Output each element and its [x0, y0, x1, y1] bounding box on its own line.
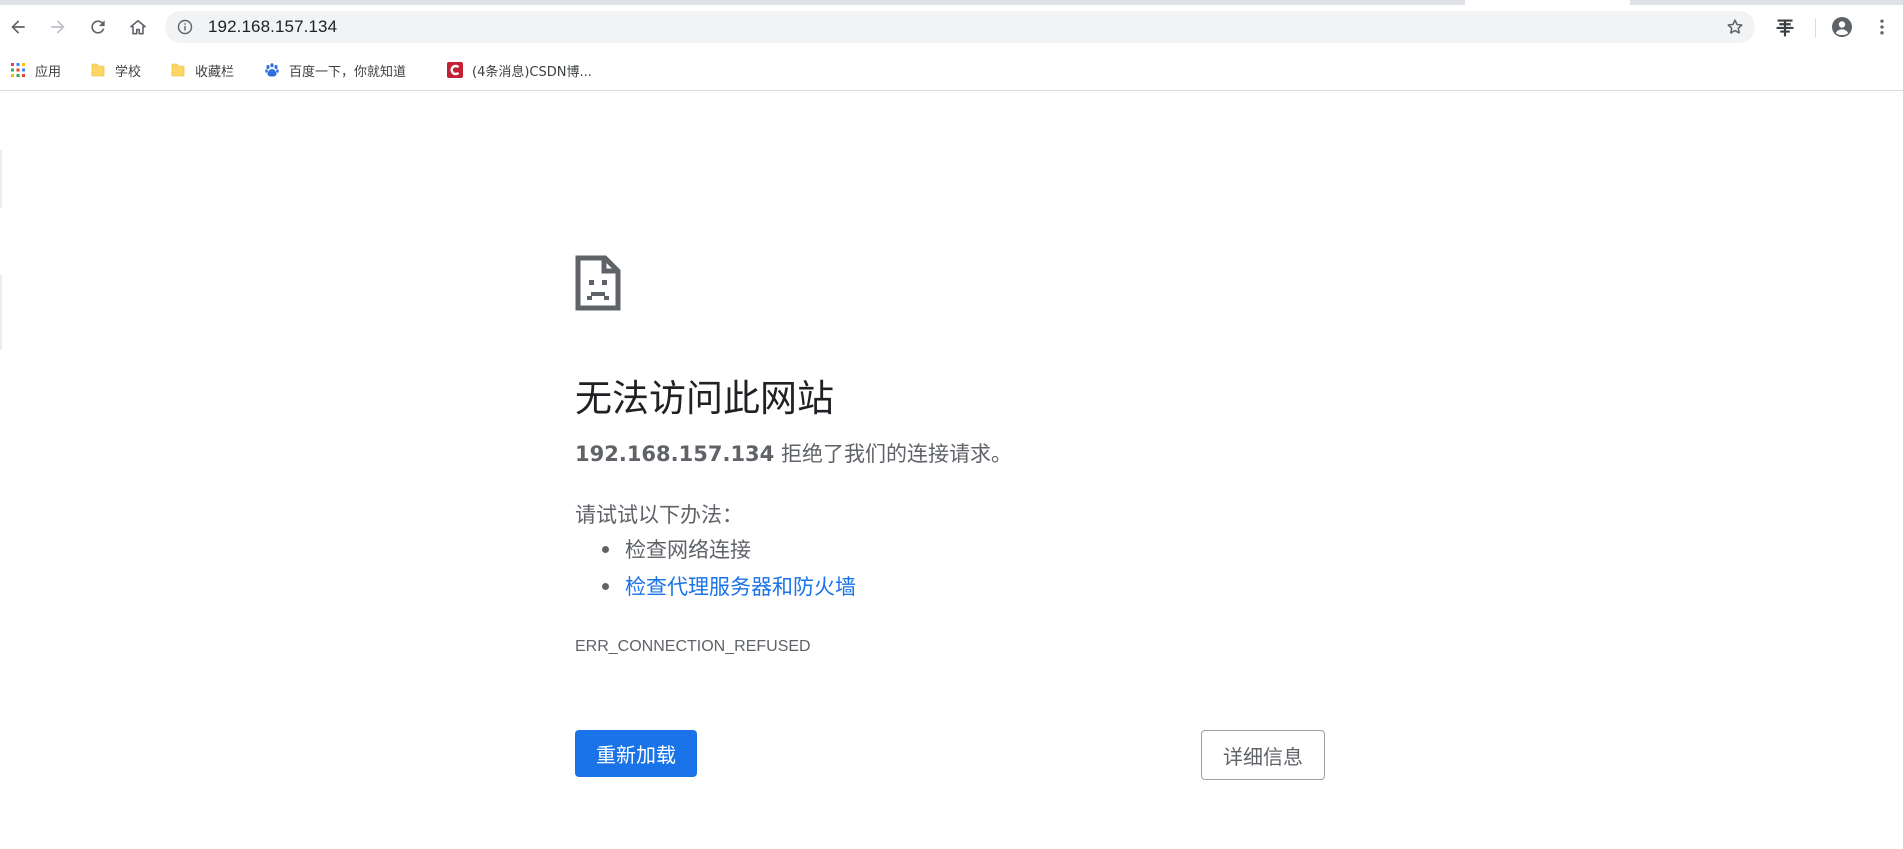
profile-button[interactable] — [1828, 13, 1856, 41]
menu-button[interactable] — [1868, 13, 1896, 41]
bookmark-star-icon[interactable] — [1725, 17, 1745, 37]
folder-icon — [91, 63, 105, 77]
address-bar[interactable]: 192.168.157.134 — [165, 11, 1755, 43]
baidu-paw-icon — [265, 63, 279, 77]
reload-toolbar-button[interactable] — [84, 13, 112, 41]
extension-icon — [1776, 19, 1794, 37]
bookmark-label: 百度一下，你就知道 — [289, 64, 407, 80]
forward-button[interactable] — [44, 13, 72, 41]
error-host: 192.168.157.134 — [575, 442, 775, 466]
bookmark-label: 收藏栏 — [195, 64, 235, 80]
url-text[interactable]: 192.168.157.134 — [208, 17, 337, 37]
bookmark-label: (4条消息)CSDN博... — [472, 64, 592, 80]
error-description: 192.168.157.134 拒绝了我们的连接请求。 — [575, 438, 1012, 468]
bookmark-csdn[interactable]: (4条消息)CSDN博... — [447, 60, 592, 80]
bookmark-folder-school[interactable]: 学校 — [90, 60, 141, 80]
sad-page-icon — [575, 255, 621, 311]
details-button[interactable]: 详细信息 — [1201, 730, 1325, 780]
browser-toolbar: 192.168.157.134 — [0, 5, 1903, 50]
extension-button[interactable] — [1771, 13, 1799, 41]
bookmark-label: 学校 — [115, 64, 142, 80]
bookmarks-bar: 应用 学校 收藏栏 百度一下，你就知道 (4条消息)CSDN博... — [0, 50, 1903, 91]
apps-grid-icon — [11, 63, 25, 77]
info-icon[interactable] — [177, 19, 193, 35]
suggestion-check-proxy-link[interactable]: 检查代理服务器和防火墙 — [575, 571, 856, 608]
error-code: ERR_CONNECTION_REFUSED — [575, 638, 811, 655]
reload-button[interactable]: 重新加载 — [575, 730, 697, 777]
left-edge-mark — [0, 150, 2, 208]
back-button[interactable] — [4, 13, 32, 41]
home-button[interactable] — [124, 13, 152, 41]
arrow-left-icon — [11, 20, 25, 34]
suggestions-heading: 请试试以下办法： — [575, 503, 743, 527]
page-title: 无法访问此网站 — [575, 377, 834, 420]
toolbar-separator — [1815, 18, 1816, 38]
reload-icon — [91, 20, 105, 34]
suggestion-check-connection: 检查网络连接 — [575, 534, 856, 571]
suggestions-list: 检查网络连接 检查代理服务器和防火墙 — [575, 534, 856, 608]
left-edge-mark — [0, 275, 2, 350]
home-icon — [130, 19, 146, 35]
avatar-icon — [1832, 17, 1852, 37]
error-message: 拒绝了我们的连接请求。 — [774, 442, 1012, 466]
csdn-icon — [447, 62, 463, 78]
bookmark-label: 应用 — [35, 64, 62, 80]
more-vert-icon — [1880, 19, 1884, 35]
bookmark-baidu[interactable]: 百度一下，你就知道 — [264, 60, 406, 80]
folder-icon — [171, 63, 185, 77]
bookmark-folder-favorites[interactable]: 收藏栏 — [170, 60, 234, 80]
bookmark-apps[interactable]: 应用 — [10, 60, 61, 80]
arrow-right-icon — [51, 20, 65, 34]
